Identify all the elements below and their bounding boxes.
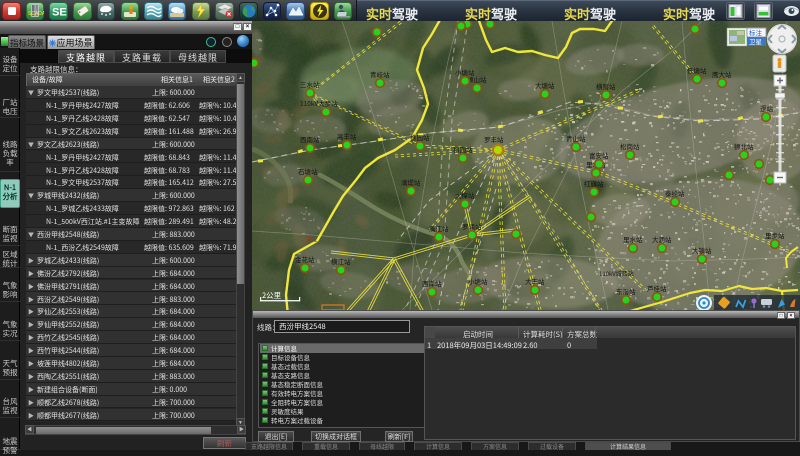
- svg-text:西岸站: 西岸站: [422, 278, 442, 288]
- svg-text:漓堤站: 漓堤站: [401, 177, 421, 187]
- svg-text:卫星: 卫星: [749, 36, 763, 46]
- svg-text:西江: 西江: [306, 235, 318, 244]
- svg-text:SE: SE: [52, 7, 67, 19]
- svg-text:青山站: 青山站: [566, 133, 586, 143]
- svg-text:小塘站: 小塘站: [468, 276, 488, 286]
- svg-text:罗丰站: 罗丰站: [484, 134, 504, 144]
- svg-text:金花站: 金花站: [295, 254, 315, 264]
- svg-text:科园站: 科园站: [453, 144, 473, 154]
- svg-text:狮山站: 狮山站: [467, 74, 487, 84]
- svg-text:里水站: 里水站: [623, 234, 643, 244]
- svg-text:大沥站: 大沥站: [652, 234, 672, 244]
- svg-text:鹰大站: 鹰大站: [712, 69, 732, 79]
- svg-text:红旗站: 红旗站: [584, 178, 604, 188]
- svg-text:青岐站: 青岐站: [370, 69, 390, 79]
- svg-text:横江站: 横江站: [331, 256, 351, 266]
- svg-text:狮北站: 狮北站: [734, 141, 754, 151]
- svg-text:樵园站: 樵园站: [410, 132, 430, 142]
- svg-text:逻站: 逻站: [760, 103, 774, 113]
- svg-text:三水站: 三水站: [300, 79, 320, 89]
- svg-text:松岗站: 松岗站: [620, 141, 640, 151]
- svg-text:大塘站: 大塘站: [535, 80, 555, 90]
- svg-text:任塘站: 任塘站: [687, 65, 707, 75]
- svg-text:110kV大步站: 110kV大步站: [300, 98, 338, 108]
- svg-text:大丰站: 大丰站: [525, 276, 545, 286]
- svg-text:西南站: 西南站: [300, 134, 320, 144]
- svg-text:高丰站: 高丰站: [337, 131, 357, 141]
- svg-text:漓江站: 漓江站: [429, 223, 449, 233]
- svg-text:泰纶站: 泰纶站: [665, 188, 685, 198]
- svg-text:罗涌站: 罗涌站: [462, 221, 482, 231]
- svg-text:大镇站: 大镇站: [692, 245, 712, 255]
- svg-text:东滘站: 东滘站: [616, 286, 636, 296]
- svg-text:大樟站: 大樟站: [455, 190, 475, 200]
- svg-text:里步站: 里步站: [765, 230, 785, 240]
- svg-text:110kV城西站: 110kV城西站: [599, 269, 634, 278]
- svg-text:芦桂站: 芦桂站: [647, 283, 667, 293]
- svg-text:横窖站: 横窖站: [596, 81, 616, 91]
- svg-text:石塘站: 石塘站: [298, 166, 318, 176]
- svg-text:2公里: 2公里: [262, 290, 282, 301]
- svg-text:SCADA: SCADA: [28, 11, 44, 17]
